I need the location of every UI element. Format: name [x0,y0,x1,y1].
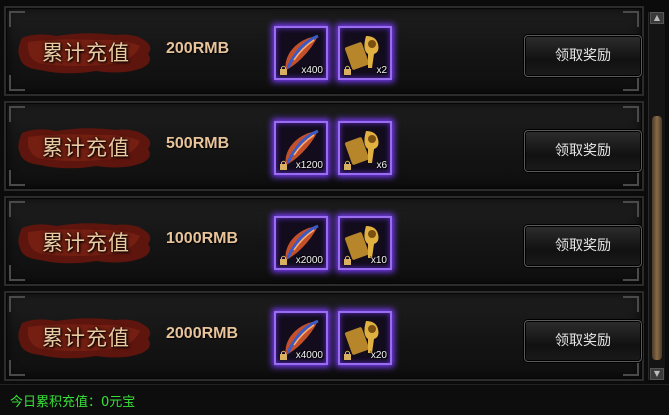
reward-item-feather[interactable]: x4000 [274,311,328,365]
reward-item-relic[interactable]: x2 [338,26,392,80]
banner-label: 累计充值 [42,41,130,65]
scroll-down-button[interactable]: ▼ [650,368,664,380]
reward-item-relic[interactable]: x10 [338,216,392,270]
cumulative-recharge-banner: 累计充值 [16,220,156,266]
scroll-up-button[interactable]: ▲ [650,12,664,24]
item-count: x1200 [295,160,323,171]
reward-row: 累计充值 500RMB x1200 x6 领取奖励 [4,101,644,191]
lock-icon [280,255,287,265]
recharge-amount: 500RMB [166,135,230,152]
scrollbar[interactable]: ▲ ▼ [648,12,665,380]
reward-item-feather[interactable]: x1200 [274,121,328,175]
daily-recharge-total: 今日累积充值：0元宝 [10,395,136,410]
banner-label: 累计充值 [42,136,130,160]
item-count: x2 [376,65,387,76]
lock-icon [344,65,351,75]
recharge-amount: 1000RMB [166,230,239,247]
recharge-reward-list: 累计充值 200RMB x400 x2 领取奖励 累计充值 500RMB x12… [0,0,647,382]
lock-icon [344,255,351,265]
reward-row: 累计充值 2000RMB x4000 x20 领取奖励 [4,291,644,381]
banner-label: 累计充值 [42,326,130,350]
reward-item-relic[interactable]: x6 [338,121,392,175]
lock-icon [280,65,287,75]
lock-icon [344,350,351,360]
item-count: x10 [370,255,387,266]
reward-row: 累计充值 200RMB x400 x2 领取奖励 [4,6,644,96]
lock-icon [280,160,287,170]
claim-reward-button[interactable]: 领取奖励 [524,130,642,172]
item-count: x20 [370,350,387,361]
cumulative-recharge-banner: 累计充值 [16,125,156,171]
reward-row: 累计充值 1000RMB x2000 x10 领取奖励 [4,196,644,286]
reward-item-feather[interactable]: x2000 [274,216,328,270]
item-count: x4000 [295,350,323,361]
footer-bar: 今日累积充值：0元宝 [0,384,669,415]
reward-item-feather[interactable]: x400 [274,26,328,80]
claim-reward-button[interactable]: 领取奖励 [524,320,642,362]
lock-icon [344,160,351,170]
banner-label: 累计充值 [42,231,130,255]
item-count: x2000 [295,255,323,266]
lock-icon [280,350,287,360]
claim-reward-button[interactable]: 领取奖励 [524,35,642,77]
recharge-amount: 200RMB [166,40,230,57]
item-count: x400 [301,65,323,76]
cumulative-recharge-banner: 累计充值 [16,315,156,361]
recharge-amount: 2000RMB [166,325,239,342]
claim-reward-button[interactable]: 领取奖励 [524,225,642,267]
cumulative-recharge-banner: 累计充值 [16,30,156,76]
scroll-thumb[interactable] [652,116,662,360]
item-count: x6 [376,160,387,171]
reward-item-relic[interactable]: x20 [338,311,392,365]
